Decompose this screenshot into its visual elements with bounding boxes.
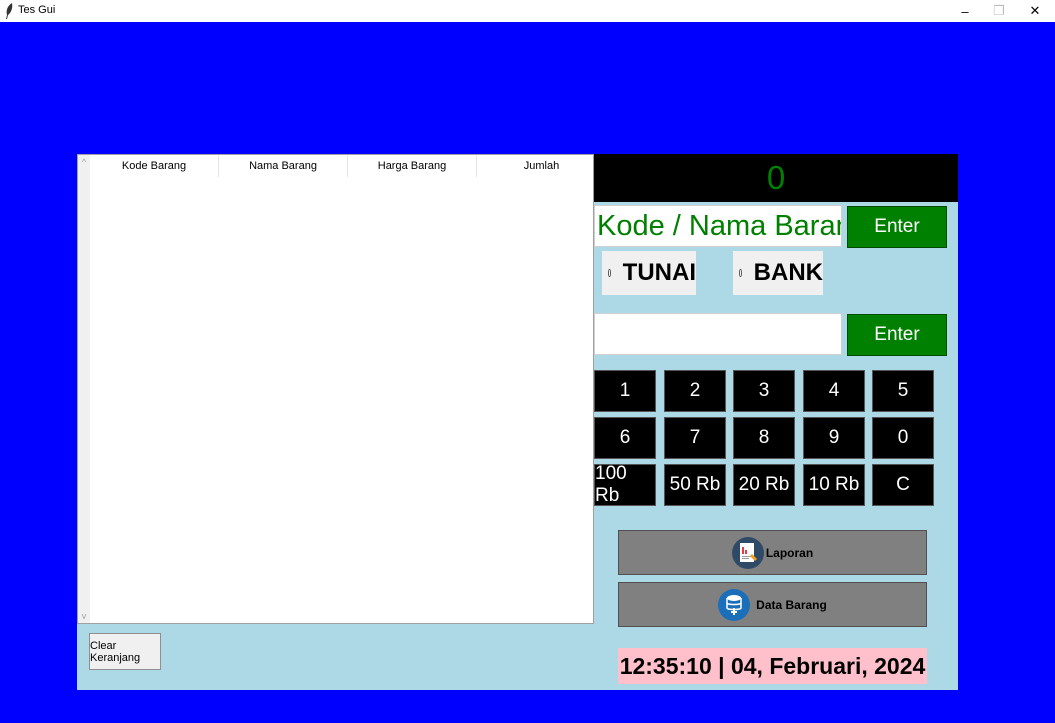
clear-cart-button[interactable]: Clear Keranjang <box>89 633 161 670</box>
key-4[interactable]: 4 <box>803 370 865 412</box>
search-enter-button[interactable]: Enter <box>847 206 947 248</box>
key-clear[interactable]: C <box>872 464 934 506</box>
radio-bank[interactable]: BANK <box>733 251 823 295</box>
scroll-up-icon[interactable]: ^ <box>78 155 90 169</box>
report-icon <box>731 536 764 569</box>
total-display: 0 <box>594 154 958 202</box>
key-5[interactable]: 5 <box>872 370 934 412</box>
main-panel: ^ v Kode Barang Nama Barang Harga Barang… <box>77 154 958 690</box>
data-barang-button[interactable]: Data Barang <box>618 582 927 627</box>
cart-table[interactable]: ^ v Kode Barang Nama Barang Harga Barang… <box>77 154 594 624</box>
column-header-nama-barang[interactable]: Nama Barang <box>219 155 348 177</box>
database-icon <box>718 588 751 621</box>
payment-amount-input[interactable] <box>594 313 842 355</box>
key-0[interactable]: 0 <box>872 417 934 459</box>
minimize-button[interactable]: – <box>948 0 982 22</box>
key-100rb[interactable]: 100 Rb <box>594 463 656 506</box>
radio-circle-icon <box>739 269 742 277</box>
feather-icon <box>6 3 13 19</box>
key-8[interactable]: 8 <box>733 417 795 459</box>
scroll-down-icon[interactable]: v <box>78 609 90 623</box>
column-header-harga-barang[interactable]: Harga Barang <box>348 155 477 177</box>
radio-tunai-label: TUNAI <box>622 259 696 286</box>
title-bar: Tes Gui – ❐ ✕ <box>0 0 1055 22</box>
key-1[interactable]: 1 <box>594 370 656 412</box>
key-2[interactable]: 2 <box>664 370 726 412</box>
table-header: Kode Barang Nama Barang Harga Barang Jum… <box>90 155 606 177</box>
radio-bank-label: BANK <box>753 259 823 286</box>
radio-circle-icon <box>608 269 611 277</box>
radio-tunai[interactable]: TUNAI <box>602 251 696 295</box>
key-50rb[interactable]: 50 Rb <box>664 464 726 506</box>
laporan-button[interactable]: Laporan <box>618 530 927 575</box>
key-20rb[interactable]: 20 Rb <box>733 464 795 506</box>
window-title: Tes Gui <box>18 4 56 16</box>
key-6[interactable]: 6 <box>594 417 656 459</box>
column-header-jumlah[interactable]: Jumlah <box>477 155 606 177</box>
key-3[interactable]: 3 <box>733 370 795 412</box>
column-header-kode-barang[interactable]: Kode Barang <box>90 155 219 177</box>
data-barang-label: Data Barang <box>756 597 827 612</box>
search-item-input[interactable]: Kode / Nama Barang <box>594 205 842 247</box>
close-button[interactable]: ✕ <box>1018 0 1052 22</box>
key-10rb[interactable]: 10 Rb <box>803 464 865 506</box>
payment-enter-button[interactable]: Enter <box>847 314 947 356</box>
key-7[interactable]: 7 <box>664 417 726 459</box>
key-9[interactable]: 9 <box>803 417 865 459</box>
vertical-scrollbar[interactable]: ^ v <box>78 155 90 623</box>
maximize-button: ❐ <box>993 3 1005 18</box>
laporan-label: Laporan <box>765 545 814 560</box>
datetime-display: 12:35:10 | 04, Februari, 2024 <box>618 648 927 684</box>
